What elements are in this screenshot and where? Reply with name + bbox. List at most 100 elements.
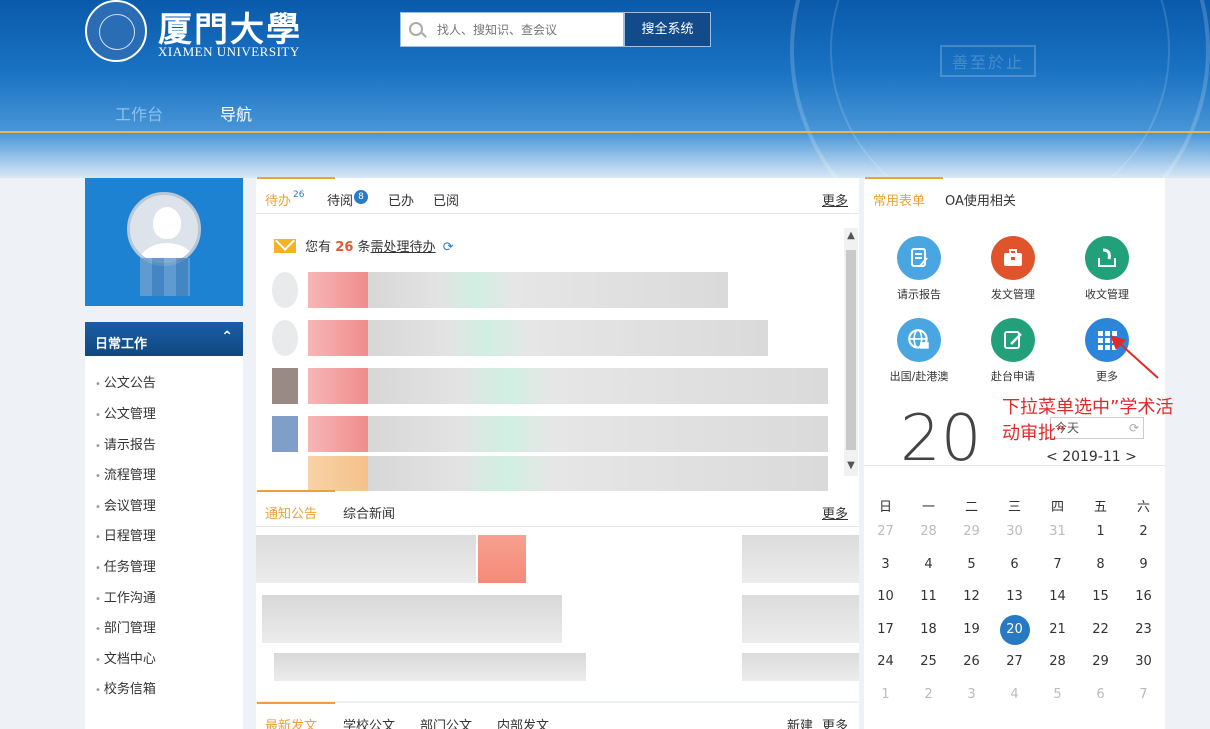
tab-latest-docs[interactable]: 最新发文 <box>256 702 336 729</box>
sidebar-item-department[interactable]: 部门管理 <box>95 617 156 636</box>
calendar-day[interactable]: 29 <box>1079 654 1122 669</box>
calendar-day[interactable]: 20 <box>993 614 1036 645</box>
sidebar-item-document-management[interactable]: 公文管理 <box>95 403 156 422</box>
app-request-report[interactable]: 请示报告 <box>875 236 963 302</box>
sidebar-item-workflow[interactable]: 流程管理 <box>95 464 156 483</box>
calendar-day[interactable]: 23 <box>1122 622 1165 637</box>
calendar-day[interactable]: 26 <box>950 654 993 669</box>
scroll-down-icon[interactable]: ▼ <box>845 460 857 474</box>
calendar-day[interactable]: 6 <box>1079 687 1122 702</box>
calendar-day[interactable]: 7 <box>1122 687 1165 702</box>
calendar-day[interactable]: 30 <box>1122 654 1165 669</box>
sidebar-item-communication[interactable]: 工作沟通 <box>95 587 156 606</box>
tab-common-forms[interactable]: 常用表单 <box>864 177 944 209</box>
search-input[interactable] <box>437 20 617 40</box>
calendar-day[interactable]: 3 <box>950 687 993 702</box>
calendar-day[interactable]: 27 <box>993 654 1036 669</box>
app-receive-management[interactable]: 收文管理 <box>1063 236 1151 302</box>
task-row-blurred[interactable] <box>272 368 832 404</box>
news-item-blurred[interactable] <box>256 595 859 643</box>
tab-department-docs[interactable]: 部门公文 <box>420 715 472 729</box>
news-item-blurred[interactable] <box>256 653 859 681</box>
sidebar-item-request-report[interactable]: 请示报告 <box>95 434 156 453</box>
news-more-link[interactable]: 更多 <box>822 503 848 522</box>
task-row-blurred[interactable] <box>272 416 832 452</box>
calendar-day[interactable]: 29 <box>950 524 993 539</box>
calendar-day[interactable]: 4 <box>907 557 950 572</box>
calendar-day[interactable]: 15 <box>1079 589 1122 604</box>
refresh-icon[interactable]: ⟳ <box>443 240 454 255</box>
task-row-blurred[interactable] <box>272 456 832 492</box>
calendar-day[interactable]: 7 <box>1036 557 1079 572</box>
calendar-day[interactable]: 30 <box>993 524 1036 539</box>
calendar-day[interactable]: 21 <box>1036 622 1079 637</box>
calendar-day[interactable]: 14 <box>1036 589 1079 604</box>
calendar-day[interactable]: 1 <box>864 687 907 702</box>
sidebar-item-official-notice[interactable]: 公文公告 <box>95 372 156 391</box>
calendar-day[interactable]: 2 <box>907 687 950 702</box>
calendar-day[interactable]: 5 <box>1036 687 1079 702</box>
calendar-day[interactable]: 19 <box>950 622 993 637</box>
tab-notices[interactable]: 通知公告 <box>256 490 336 522</box>
tab-oa-usage[interactable]: OA使用相关 <box>945 190 1016 209</box>
sidebar-item-mailbox[interactable]: 校务信箱 <box>95 678 156 697</box>
sidebar-item-schedule[interactable]: 日程管理 <box>95 525 156 544</box>
sidebar-item-document-center[interactable]: 文档中心 <box>95 648 156 667</box>
tab-news[interactable]: 综合新闻 <box>343 503 395 522</box>
tab-todo[interactable]: 待办 26 <box>256 177 336 209</box>
nav-navigation[interactable]: 导航 <box>220 101 252 125</box>
calendar-day[interactable]: 11 <box>907 589 950 604</box>
avatar[interactable] <box>127 192 201 266</box>
calendar-day[interactable]: 9 <box>1122 557 1165 572</box>
tab-internal-docs[interactable]: 内部发文 <box>497 715 549 729</box>
tab-to-read[interactable]: 待阅 8 <box>327 190 369 209</box>
calendar-day[interactable]: 12 <box>950 589 993 604</box>
calendar-day[interactable]: 18 <box>907 622 950 637</box>
news-item-blurred[interactable] <box>256 535 859 583</box>
search-all-button[interactable]: 搜全系统 <box>624 12 711 47</box>
search-box[interactable] <box>400 12 624 47</box>
tab-read[interactable]: 已阅 <box>433 190 459 209</box>
sidebar-section-title: 日常工作 <box>95 337 148 352</box>
task-row-blurred[interactable] <box>272 272 832 308</box>
calendar-day[interactable]: 1 <box>1079 524 1122 539</box>
sidebar-item-task[interactable]: 任务管理 <box>95 556 156 575</box>
app-dispatch-management[interactable]: 发文管理 <box>969 236 1057 302</box>
calendar-day[interactable]: 3 <box>864 557 907 572</box>
calendar-day[interactable]: 22 <box>1079 622 1122 637</box>
next-month-icon[interactable]: > <box>1125 449 1137 465</box>
calendar-day[interactable]: 28 <box>907 524 950 539</box>
scroll-up-icon[interactable]: ▲ <box>845 230 857 244</box>
app-taiwan-application[interactable]: 赴台申请 <box>969 318 1057 384</box>
app-overseas-travel[interactable]: 出国/赴港澳 <box>875 318 963 384</box>
calendar-day[interactable]: 24 <box>864 654 907 669</box>
calendar-day[interactable]: 5 <box>950 557 993 572</box>
task-list-scrollbar[interactable]: ▲ ▼ <box>844 228 858 476</box>
calendar-day[interactable]: 31 <box>1036 524 1079 539</box>
month-selector[interactable]: < 2019-11 > <box>1046 449 1137 465</box>
weekday-header: 二 <box>964 500 978 515</box>
chevron-up-icon[interactable]: ⌃ <box>221 329 233 345</box>
tasks-more-link[interactable]: 更多 <box>822 190 848 209</box>
sidebar-section-header[interactable]: 日常工作 ⌃ <box>85 322 243 356</box>
calendar-day[interactable]: 2 <box>1122 524 1165 539</box>
prev-month-icon[interactable]: < <box>1046 449 1058 465</box>
calendar-day[interactable]: 13 <box>993 589 1036 604</box>
calendar-day[interactable]: 28 <box>1036 654 1079 669</box>
calendar-day[interactable]: 17 <box>864 622 907 637</box>
calendar-day[interactable]: 6 <box>993 557 1036 572</box>
docs-more-link[interactable]: 更多 <box>822 715 848 729</box>
task-row-blurred[interactable] <box>272 320 832 356</box>
calendar-day[interactable]: 16 <box>1122 589 1165 604</box>
sidebar-item-meeting[interactable]: 会议管理 <box>95 495 156 514</box>
nav-workbench[interactable]: 工作台 <box>115 101 163 125</box>
calendar-day[interactable]: 25 <box>907 654 950 669</box>
tab-school-docs[interactable]: 学校公文 <box>343 715 395 729</box>
todo-link[interactable]: 需处理待办 <box>371 240 436 255</box>
calendar-day[interactable]: 8 <box>1079 557 1122 572</box>
tab-done[interactable]: 已办 <box>388 190 414 209</box>
calendar-day[interactable]: 27 <box>864 524 907 539</box>
calendar-day[interactable]: 10 <box>864 589 907 604</box>
calendar-day[interactable]: 4 <box>993 687 1036 702</box>
new-doc-link[interactable]: 新建 <box>787 715 813 729</box>
